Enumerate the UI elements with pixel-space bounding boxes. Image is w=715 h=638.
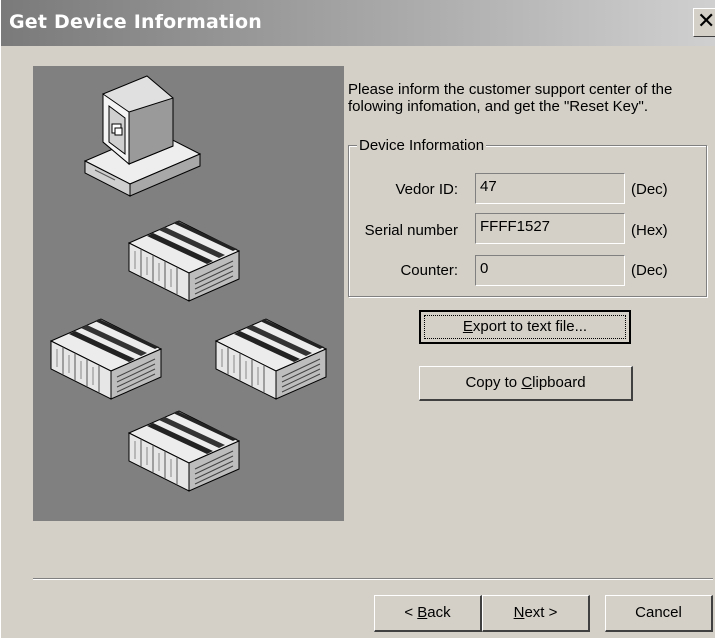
device-info-group-label: Device Information: [357, 137, 487, 154]
next-button[interactable]: Next >: [482, 595, 590, 632]
vendor-id-unit: (Dec): [631, 181, 668, 198]
serial-number-label: Serial number: [364, 222, 458, 239]
close-icon: ✕: [697, 9, 715, 34]
counter-field[interactable]: 0: [475, 255, 625, 286]
window-title: Get Device Information: [9, 11, 262, 33]
counter-label: Counter:: [400, 262, 458, 279]
counter-unit: (Dec): [631, 262, 668, 279]
dialog-window: Get Device Information ✕ Please inform t…: [0, 0, 715, 638]
footer-separator: [33, 578, 713, 580]
instruction-text: Please inform the customer support cente…: [348, 81, 673, 115]
title-bar[interactable]: Get Device Information ✕: [1, 0, 715, 46]
device-illustration: [33, 66, 344, 521]
cancel-button[interactable]: Cancel: [605, 595, 713, 632]
plc-unit-icon: [128, 220, 240, 302]
back-button[interactable]: < Back: [374, 595, 482, 632]
copy-to-clipboard-button[interactable]: Copy to Clipboard: [419, 366, 633, 401]
close-button[interactable]: ✕: [693, 8, 715, 37]
dialog-content: Please inform the customer support cente…: [1, 46, 715, 638]
vendor-id-field[interactable]: 47: [475, 173, 625, 204]
serial-number-field[interactable]: FFFF1527: [475, 213, 625, 244]
plc-unit-icon: [215, 318, 327, 400]
export-to-text-file-button[interactable]: Export to text file...: [419, 310, 631, 344]
plc-unit-icon: [50, 318, 162, 400]
serial-number-unit: (Hex): [631, 222, 668, 239]
plc-unit-icon: [128, 410, 240, 492]
vendor-id-label: Vedor ID:: [395, 181, 458, 198]
computer-icon: [83, 75, 202, 197]
